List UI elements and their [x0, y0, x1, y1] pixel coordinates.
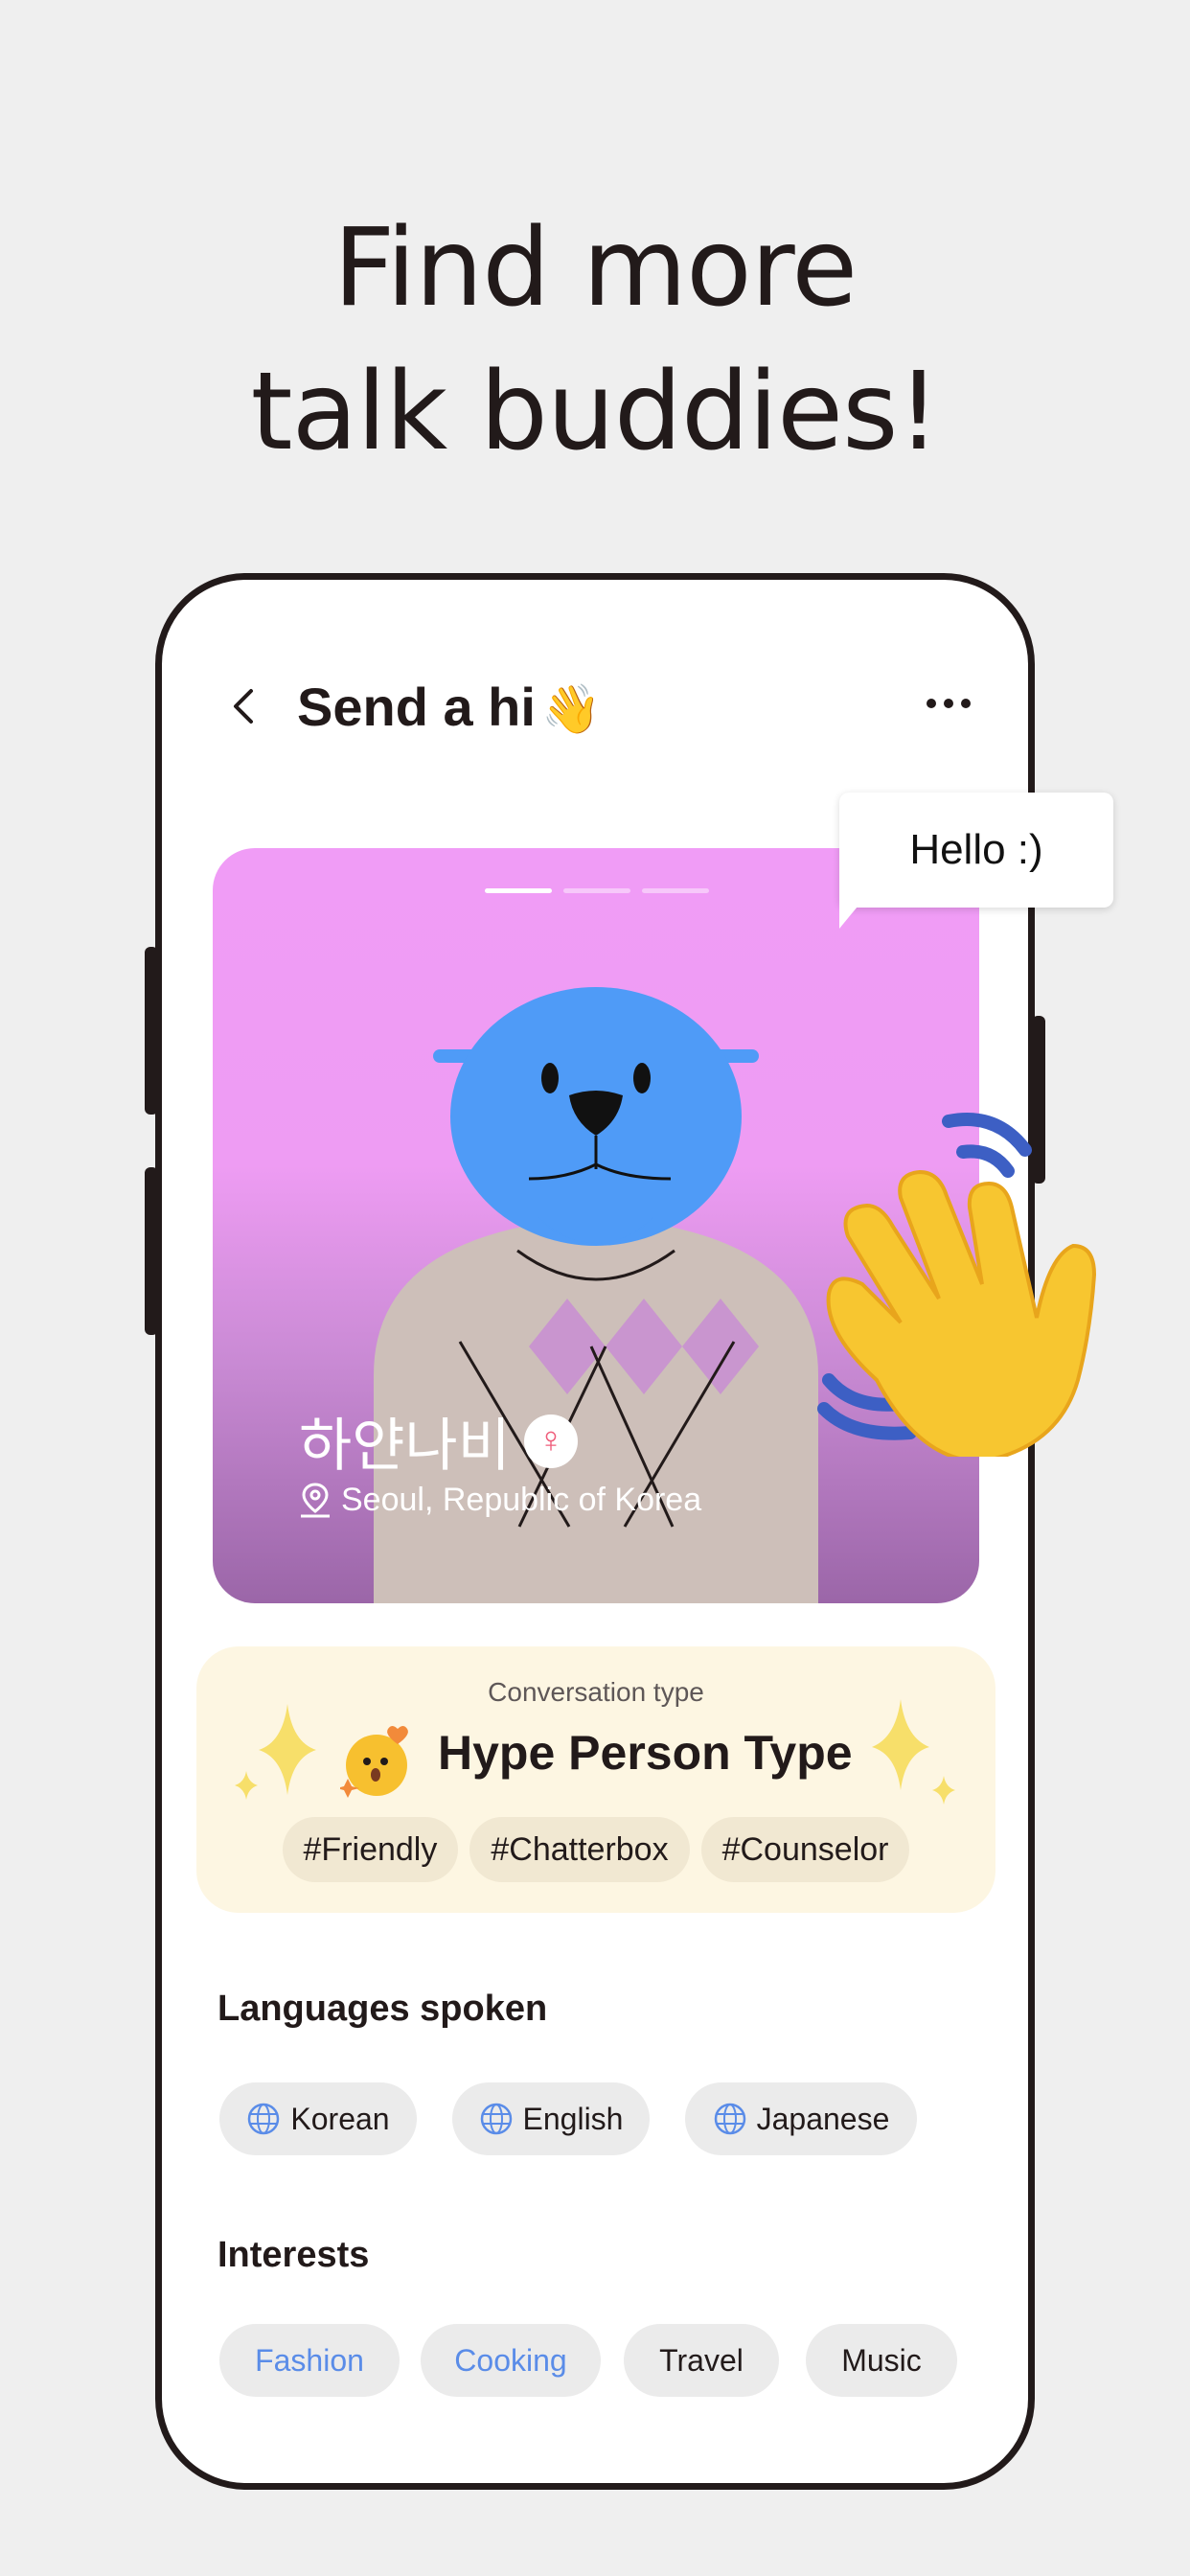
location-pin-icon — [301, 1483, 330, 1518]
interest-chip-cooking[interactable]: Cooking — [421, 2324, 601, 2397]
globe-icon — [714, 2103, 745, 2135]
female-icon: ♀ — [523, 1414, 578, 1468]
waving-hand-icon — [817, 1113, 1097, 1457]
hello-speech-bubble: Hello :) — [839, 793, 1113, 908]
sparkle-icon — [872, 1699, 955, 1805]
profile-name: 하얀나비 ♀ — [299, 1399, 578, 1483]
interest-chip-travel[interactable]: Travel — [624, 2324, 779, 2397]
conversation-type-label: Conversation type — [488, 1677, 704, 1707]
globe-icon — [248, 2103, 280, 2135]
language-label: Japanese — [756, 2101, 890, 2136]
interest-chip-fashion[interactable]: Fashion — [219, 2324, 400, 2397]
language-label: English — [522, 2101, 624, 2136]
interest-chip-music[interactable]: Music — [806, 2324, 957, 2397]
profile-location-text: Seoul, Republic of Korea — [341, 1481, 702, 1518]
chevron-left-icon[interactable] — [224, 685, 266, 727]
more-horizontal-icon[interactable] — [925, 697, 973, 710]
languages-section-title: Languages spoken — [217, 1989, 548, 2029]
language-label: Korean — [290, 2101, 390, 2136]
conversation-tag: #Friendly — [282, 1817, 459, 1882]
conversation-tag: #Counselor — [700, 1817, 910, 1882]
language-chip-korean: Korean — [219, 2082, 417, 2155]
headline-line-2: talk buddies! — [250, 350, 941, 474]
profile-name-text: 하얀나비 — [299, 1414, 511, 1478]
waving-hand-icon: 👋 — [540, 682, 602, 736]
speech-bubble-tail — [839, 896, 866, 929]
language-chip-japanese: Japanese — [685, 2082, 917, 2155]
headline-line-1: Find more — [332, 206, 858, 331]
globe-icon — [480, 2103, 512, 2135]
conversation-type-title: Hype Person Type — [438, 1726, 853, 1780]
language-chip-english: English — [452, 2082, 650, 2155]
sparkle-icon — [235, 1704, 316, 1800]
conversation-type-card[interactable]: Conversation type Hype Person Type #Frie… — [196, 1646, 995, 1913]
page-title: Send a hi 👋 — [297, 676, 601, 738]
excited-face-icon — [340, 1726, 408, 1798]
conversation-tags: #Friendly #Chatterbox #Counselor — [196, 1817, 995, 1882]
conversation-tag: #Chatterbox — [469, 1817, 690, 1882]
headline: Find more talk buddies! — [0, 196, 1190, 484]
page-title-text: Send a hi — [297, 677, 536, 737]
profile-location: Seoul, Republic of Korea — [299, 1481, 701, 1519]
interests-section-title: Interests — [217, 2235, 370, 2275]
